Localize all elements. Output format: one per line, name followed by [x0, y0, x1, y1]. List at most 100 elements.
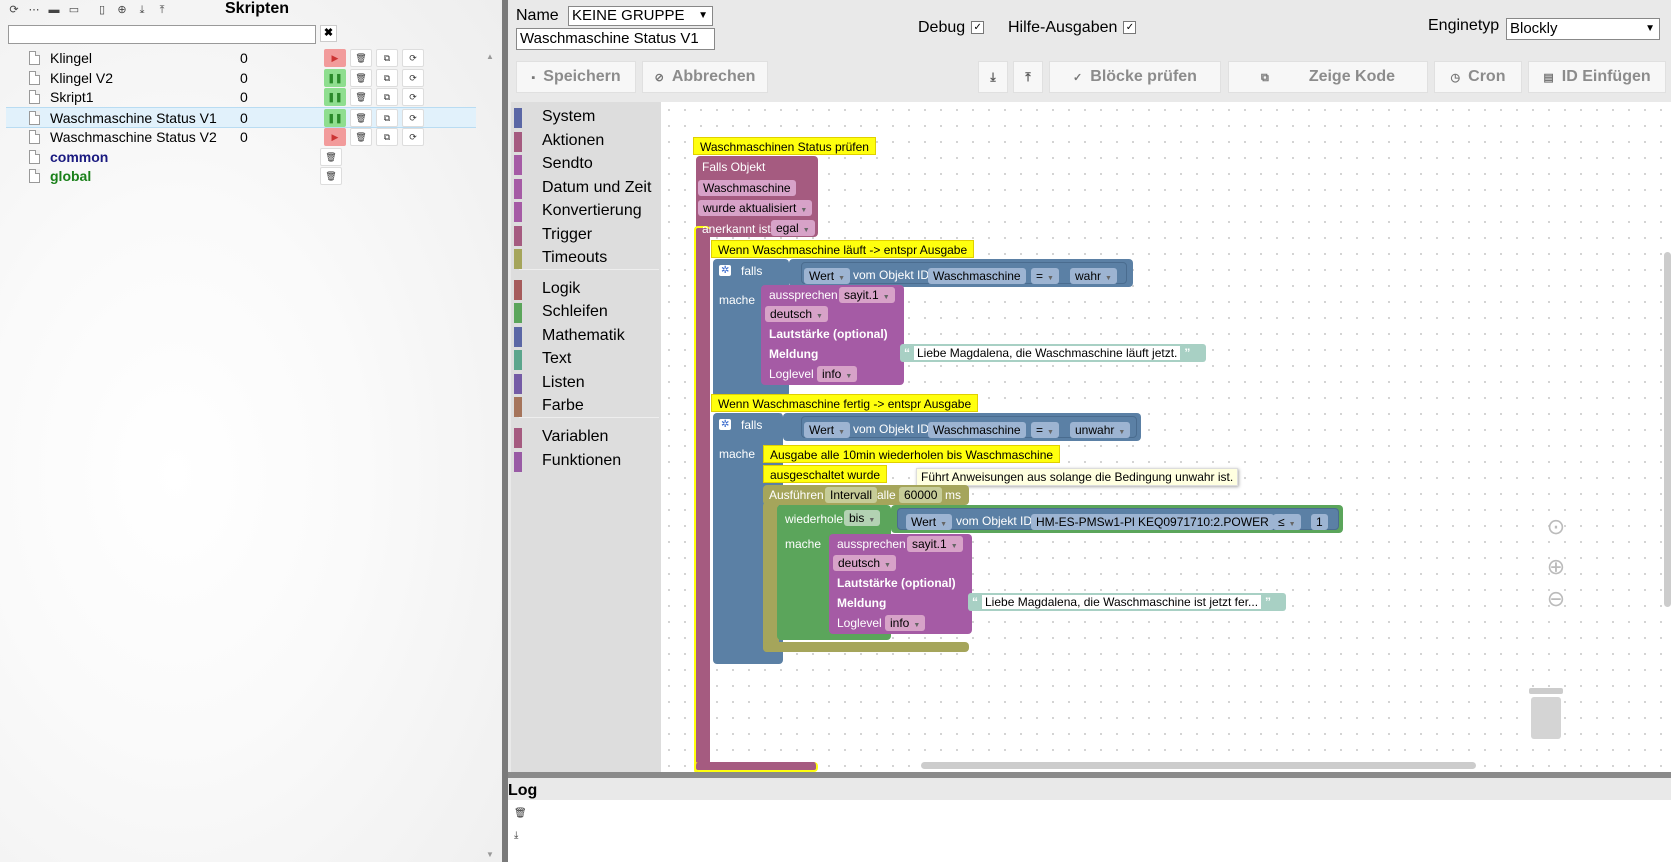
repeat-value-field[interactable]: Wert ▼	[906, 514, 953, 530]
add-circle-icon[interactable]: ⊕	[114, 2, 130, 18]
new-file-icon[interactable]: ▯	[94, 2, 110, 18]
download-button[interactable]: ⤓	[978, 61, 1008, 93]
toolbox-category-mathematik[interactable]: Mathematik	[511, 325, 661, 347]
toolbox-category-datum-und-zeit[interactable]: Datum und Zeit	[511, 177, 661, 199]
clear-search-button[interactable]: ✖	[320, 25, 337, 42]
ack-field[interactable]: egal ▼	[771, 220, 815, 236]
speak1-loglevel-field[interactable]: info ▼	[817, 366, 858, 382]
workspace-hscrollbar[interactable]	[921, 762, 1476, 769]
export-icon[interactable]: ⤒	[154, 2, 170, 18]
upload-button[interactable]: ⤒	[1013, 61, 1043, 93]
download-icon[interactable]: ⤓	[514, 830, 518, 841]
toolbox-category-farbe[interactable]: Farbe	[511, 395, 661, 417]
if2-compare-field[interactable]: unwahr ▼	[1070, 422, 1131, 438]
zoom-in-icon[interactable]: ⊕	[1541, 554, 1571, 580]
repeat-op-field[interactable]: ≤ ▼	[1273, 514, 1301, 530]
folder-open-icon[interactable]: ▭	[66, 2, 82, 18]
interval-block-footer[interactable]	[763, 642, 969, 652]
import-icon[interactable]: ⤓	[134, 2, 150, 18]
delete-button[interactable]: 🗑	[350, 68, 372, 87]
msg1-text-block[interactable]: “ Liebe Magdalena, die Waschmaschine läuf…	[900, 344, 1206, 362]
toolbox-category-sendto[interactable]: Sendto	[511, 153, 661, 175]
speak1-lang-field[interactable]: deutsch ▼	[765, 306, 828, 322]
trigger-block-spine[interactable]	[694, 226, 710, 772]
script-row[interactable]: Klingel V2 0 ❚❚ 🗑 ⧉ ⟳	[6, 68, 476, 89]
trigger-object-field[interactable]: Waschmaschine	[698, 180, 796, 196]
toolbox-category-text[interactable]: Text	[511, 348, 661, 370]
msg1-text[interactable]: Liebe Magdalena, die Waschmaschine läuft…	[914, 346, 1181, 360]
toolbox-category-logik[interactable]: Logik	[511, 278, 661, 300]
toolbox-category-aktionen[interactable]: Aktionen	[511, 130, 661, 152]
check-blocks-button[interactable]: ✓ Blöcke prüfen	[1049, 61, 1221, 93]
folder-row[interactable]: global 🗑	[6, 166, 476, 187]
zoom-out-icon[interactable]: ⊖	[1541, 586, 1571, 612]
play-button[interactable]: ▶	[324, 49, 346, 67]
copy-button[interactable]: ⧉	[376, 127, 398, 146]
copy-button[interactable]: ⧉	[376, 68, 398, 87]
help-checkbox[interactable]: ✓	[1123, 21, 1137, 35]
toolbox-category-listen[interactable]: Listen	[511, 372, 661, 394]
debug-checkbox[interactable]: ✓	[971, 21, 985, 35]
show-code-button[interactable]: ⧉ Zeige Kode	[1228, 61, 1428, 93]
export-button[interactable]: ⟳	[402, 127, 424, 146]
trash-icon[interactable]	[1529, 688, 1563, 739]
workspace-vscrollbar[interactable]	[1664, 252, 1671, 607]
script-row[interactable]: Waschmaschine Status V1 0 ❚❚ 🗑 ⧉ ⟳	[6, 107, 476, 129]
blockly-workspace[interactable]: Waschmaschinen Status prüfen Falls Objek…	[661, 102, 1671, 772]
if1-object-field[interactable]: Waschmaschine	[928, 268, 1026, 284]
gear-icon[interactable]: ✲	[719, 419, 732, 430]
folder-row[interactable]: common 🗑	[6, 147, 476, 168]
pause-button[interactable]: ❚❚	[324, 88, 346, 107]
if1-op-field[interactable]: = ▼	[1031, 268, 1059, 284]
pause-button[interactable]: ❚❚	[324, 68, 346, 87]
export-button[interactable]: ⟳	[402, 49, 424, 67]
copy-button[interactable]: ⧉	[376, 88, 398, 107]
copy-button[interactable]: ⧉	[376, 49, 398, 67]
comment-if1[interactable]: Wenn Waschmaschine läuft -> entspr Ausga…	[711, 240, 975, 258]
toolbox-category-variablen[interactable]: Variablen	[511, 426, 661, 448]
script-row[interactable]: Klingel 0 ▶ 🗑 ⧉ ⟳	[6, 48, 476, 69]
trigger-block-footer[interactable]	[694, 762, 818, 772]
left-scrollbar[interactable]: ▲ ▼	[480, 44, 500, 862]
cron-button[interactable]: ◷ Cron	[1434, 61, 1522, 93]
trash-icon[interactable]: 🗑	[514, 808, 527, 819]
scroll-down-icon[interactable]: ▼	[486, 850, 494, 859]
toolbox-category-system[interactable]: System	[511, 106, 661, 128]
gear-icon[interactable]: ✲	[719, 265, 732, 276]
trigger-event-field[interactable]: wurde aktualisiert ▼	[698, 200, 813, 216]
group-select[interactable]: KEINE GRUPPE ▼	[568, 6, 713, 26]
refresh-icon[interactable]: ⟳	[6, 2, 22, 18]
speak1-device-field[interactable]: sayit.1 ▼	[839, 287, 895, 303]
if1-value-field[interactable]: Wert ▼	[804, 268, 851, 284]
repeat-mode-field[interactable]: bis ▼	[844, 510, 881, 526]
folder-icon[interactable]: ▬	[46, 2, 62, 18]
toolbox-category-trigger[interactable]: Trigger	[511, 224, 661, 246]
delete-button[interactable]: 🗑	[350, 127, 372, 146]
speak2-loglevel-field[interactable]: info ▼	[885, 615, 926, 631]
copy-button[interactable]: ⧉	[376, 109, 398, 128]
comment-main[interactable]: Waschmaschinen Status prüfen	[693, 137, 876, 155]
script-search-input[interactable]	[8, 25, 316, 44]
engine-select[interactable]: Blockly ▼	[1506, 18, 1660, 40]
script-row[interactable]: Skript1 0 ❚❚ 🗑 ⧉ ⟳	[6, 87, 476, 108]
speak2-device-field[interactable]: sayit.1 ▼	[907, 536, 963, 552]
scroll-up-icon[interactable]: ▲	[486, 52, 494, 61]
comment-repeat[interactable]: Ausgabe alle 10min wiederholen bis Wasch…	[763, 445, 1061, 463]
delete-button[interactable]: 🗑	[350, 49, 372, 67]
toolbox-category-timeouts[interactable]: Timeouts	[511, 247, 661, 269]
play-button[interactable]: ▶	[324, 127, 346, 146]
delete-button[interactable]: 🗑	[320, 167, 342, 186]
delete-button[interactable]: 🗑	[320, 147, 342, 166]
if2-op-field[interactable]: = ▼	[1031, 422, 1059, 438]
collapse-icon[interactable]: ⋯	[26, 2, 42, 18]
export-button[interactable]: ⟳	[402, 68, 424, 87]
comment-if2[interactable]: Wenn Waschmaschine fertig -> entspr Ausg…	[711, 394, 979, 412]
speak2-lang-field[interactable]: deutsch ▼	[833, 555, 896, 571]
export-button[interactable]: ⟳	[402, 109, 424, 128]
export-button[interactable]: ⟳	[402, 88, 424, 107]
script-row[interactable]: Waschmaschine Status V2 0 ▶ 🗑 ⧉ ⟳	[6, 127, 476, 148]
interval-field[interactable]: 60000	[899, 487, 943, 503]
comment-repeat-2[interactable]: ausgeschaltet wurde	[763, 465, 888, 483]
repeat-number-field[interactable]: 1	[1311, 514, 1328, 530]
if2-value-field[interactable]: Wert ▼	[804, 422, 851, 438]
